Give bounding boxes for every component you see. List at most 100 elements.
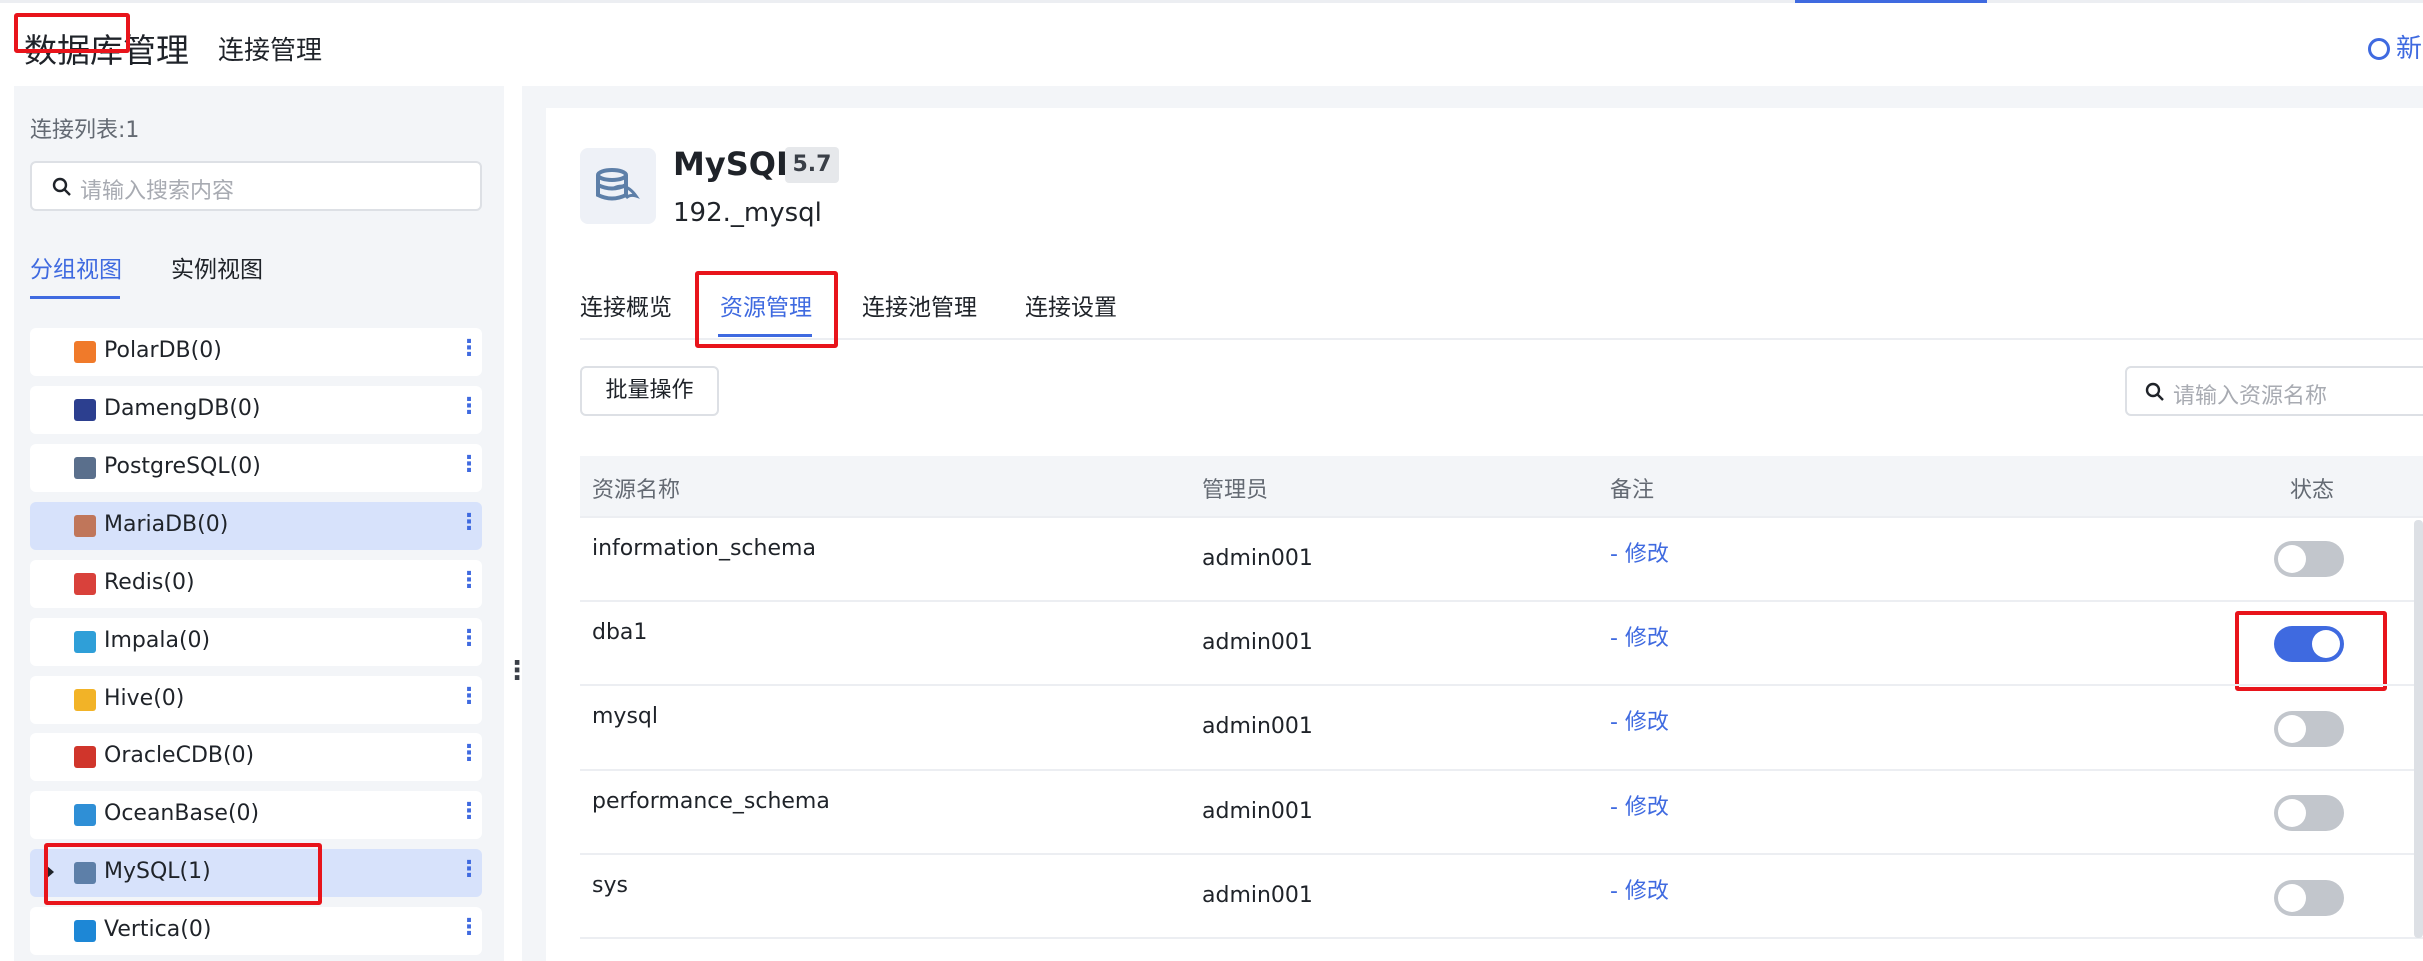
- page-subtitle[interactable]: 连接管理: [218, 30, 322, 67]
- new-connection-button[interactable]: 新建: [2368, 28, 2423, 65]
- toggle-knob: [2278, 715, 2306, 743]
- cell-admin: admin001: [1202, 883, 1313, 908]
- tab-instance-view[interactable]: 实例视图: [171, 250, 263, 284]
- cell-resource-name: sys: [592, 873, 628, 898]
- cell-resource-name: information_schema: [592, 536, 816, 561]
- table-row-divider: [580, 853, 2423, 855]
- tree-item-label: Vertica(0): [104, 917, 212, 942]
- tree-item-label: MariaDB(0): [104, 512, 229, 537]
- tree-item-postgresql[interactable]: PostgreSQL(0) ⋮: [30, 444, 482, 492]
- tabs-divider: [580, 338, 2423, 340]
- more-icon[interactable]: ⋮: [458, 799, 480, 824]
- toggle-knob: [2278, 884, 2306, 912]
- more-icon[interactable]: ⋮: [458, 741, 480, 766]
- table-scrollbar[interactable]: [2414, 520, 2423, 938]
- table-row-divider: [580, 684, 2423, 686]
- tree-item-label: PostgreSQL(0): [104, 454, 261, 479]
- search-icon: [52, 177, 71, 196]
- cell-resource-name: performance_schema: [592, 789, 830, 814]
- db-name: MySQL: [673, 145, 797, 183]
- impala-icon: [74, 631, 96, 653]
- sidebar-search-placeholder: 请输入搜索内容: [80, 179, 235, 204]
- tree-item-oraclecdb[interactable]: OracleCDB(0) ⋮: [30, 733, 482, 781]
- table-header: [580, 456, 2423, 516]
- tree-item-label: Hive(0): [104, 686, 185, 711]
- tab-connection-settings[interactable]: 连接设置: [1025, 288, 1117, 322]
- more-icon[interactable]: ⋮: [458, 510, 480, 535]
- tree-item-oceanbase[interactable]: OceanBase(0) ⋮: [30, 791, 482, 839]
- hive-icon: [74, 689, 96, 711]
- oceanbase-icon: [74, 804, 96, 826]
- status-toggle[interactable]: [2274, 880, 2344, 916]
- cell-note-edit-link[interactable]: - 修改: [1610, 536, 1669, 568]
- top-active-indicator: [1795, 0, 1987, 3]
- status-toggle[interactable]: [2274, 795, 2344, 831]
- resource-search-placeholder: 请输入资源名称: [2173, 384, 2328, 409]
- status-toggle[interactable]: [2274, 541, 2344, 577]
- cell-note-edit-link[interactable]: - 修改: [1610, 789, 1669, 821]
- cell-resource-name: mysql: [592, 704, 658, 729]
- annotation-highlight-toggle: [2235, 611, 2387, 691]
- annotation-highlight-title: [14, 13, 130, 53]
- more-icon[interactable]: ⋮: [458, 336, 480, 361]
- cell-note-edit-link[interactable]: - 修改: [1610, 873, 1669, 905]
- table-row-divider: [580, 937, 2423, 939]
- tree-item-label: Redis(0): [104, 570, 195, 595]
- cell-admin: admin001: [1202, 799, 1313, 824]
- more-icon[interactable]: ⋮: [458, 568, 480, 593]
- col-header-note: 备注: [1610, 478, 1655, 503]
- oraclecdb-icon: [74, 746, 96, 768]
- connection-count: 连接列表:1: [30, 118, 140, 143]
- top-border: [0, 0, 2423, 3]
- table-row-divider: [580, 600, 2423, 602]
- col-header-status: 状态: [2290, 478, 2335, 503]
- batch-operation-button[interactable]: 批量操作: [580, 366, 719, 416]
- tree-item-polardb[interactable]: PolarDB(0) ⋮: [30, 328, 482, 376]
- more-icon[interactable]: ⋮: [458, 915, 480, 940]
- tree-item-mariadb[interactable]: MariaDB(0) ⋮: [30, 502, 482, 550]
- tree-item-hive[interactable]: Hive(0) ⋮: [30, 676, 482, 724]
- more-icon[interactable]: ⋮: [458, 857, 480, 882]
- postgresql-icon: [74, 457, 96, 479]
- more-icon[interactable]: ⋮: [458, 452, 480, 477]
- tree-item-redis[interactable]: Redis(0) ⋮: [30, 560, 482, 608]
- toggle-knob: [2278, 545, 2306, 573]
- more-icon[interactable]: ⋮: [458, 394, 480, 419]
- tree-item-vertica[interactable]: Vertica(0) ⋮: [30, 907, 482, 955]
- tree-item-label: OracleCDB(0): [104, 743, 255, 768]
- cell-admin: admin001: [1202, 630, 1313, 655]
- redis-icon: [74, 573, 96, 595]
- new-connection-label: 新建: [2396, 34, 2423, 64]
- resource-search-input[interactable]: 请输入资源名称: [2125, 366, 2423, 416]
- vertica-icon: [74, 920, 96, 942]
- connection-address: 192._mysql: [673, 198, 822, 228]
- tab-connection-overview[interactable]: 连接概览: [580, 288, 672, 322]
- tree-item-label: Impala(0): [104, 628, 211, 653]
- mariadb-icon: [74, 515, 96, 537]
- more-icon[interactable]: ⋮: [458, 626, 480, 651]
- annotation-highlight-tab: [695, 271, 838, 348]
- link-icon: [2368, 38, 2390, 60]
- detail-panel: [546, 108, 2423, 961]
- cell-admin: admin001: [1202, 546, 1313, 571]
- tree-item-impala[interactable]: Impala(0) ⋮: [30, 618, 482, 666]
- cell-note-edit-link[interactable]: - 修改: [1610, 620, 1669, 652]
- tree-item-label: PolarDB(0): [104, 338, 222, 363]
- col-header-admin: 管理员: [1202, 478, 1269, 503]
- cell-resource-name: dba1: [592, 620, 648, 645]
- sidebar-search-input[interactable]: 请输入搜索内容: [30, 161, 482, 211]
- more-icon[interactable]: ⋮: [458, 684, 480, 709]
- version-badge: 5.7: [785, 147, 839, 183]
- cell-note-edit-link[interactable]: - 修改: [1610, 704, 1669, 736]
- tree-item-damengdb[interactable]: DamengDB(0) ⋮: [30, 386, 482, 434]
- table-row-divider: [580, 769, 2423, 771]
- status-toggle[interactable]: [2274, 711, 2344, 747]
- cell-admin: admin001: [1202, 714, 1313, 739]
- tree-item-label: OceanBase(0): [104, 801, 260, 826]
- col-header-name: 资源名称: [592, 478, 681, 503]
- mysql-logo-icon: [580, 148, 656, 224]
- tab-group-view[interactable]: 分组视图: [30, 250, 122, 284]
- polardb-icon: [74, 341, 96, 363]
- tab-pool-management[interactable]: 连接池管理: [862, 288, 977, 322]
- tree-item-label: DamengDB(0): [104, 396, 261, 421]
